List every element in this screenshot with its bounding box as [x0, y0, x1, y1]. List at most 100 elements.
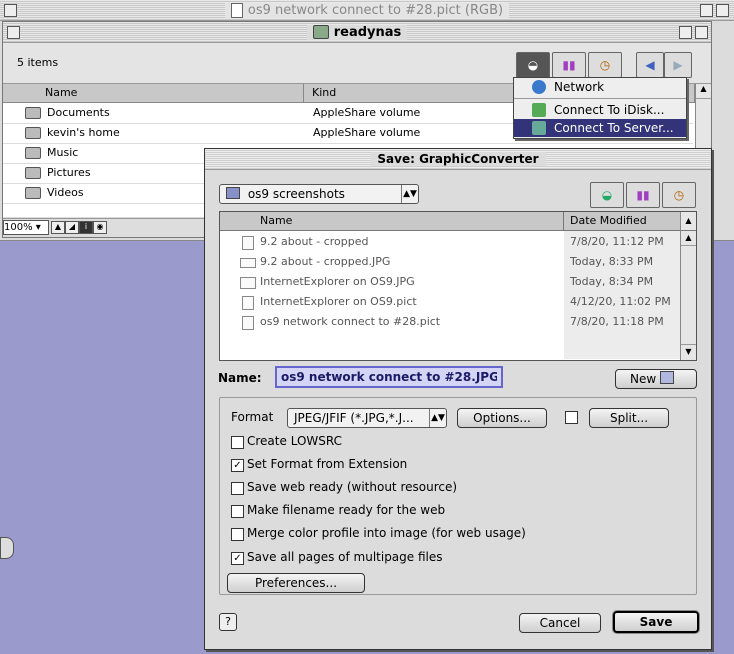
scroll-up-arrow-icon[interactable]: ▲: [681, 231, 696, 246]
dialog-network-button[interactable]: ◒: [590, 182, 624, 208]
list-item[interactable]: 9.2 about - cropped.JPG Today, 8:33 PM: [220, 252, 680, 272]
file-name: 9.2 about - cropped: [260, 235, 369, 248]
close-box[interactable]: [4, 4, 17, 17]
file-date: Today, 8:33 PM: [570, 255, 654, 268]
volume-icon: [25, 167, 41, 179]
file-icon: [240, 258, 256, 268]
menu-item-label: Network: [554, 80, 605, 94]
finder-close-box[interactable]: [7, 26, 20, 39]
dialog-recent-button[interactable]: ◷: [662, 182, 696, 208]
row-name: Videos: [47, 186, 84, 199]
dialog-favorites-button[interactable]: ▮▮: [626, 182, 660, 208]
file-col-name-label: Name: [260, 214, 293, 227]
finder-status-bar: 100% ▾ ▲ ◢ i ◉: [3, 218, 223, 235]
network-button[interactable]: ◒: [516, 52, 550, 78]
preferences-button[interactable]: Preferences...: [227, 573, 365, 593]
options-button[interactable]: Options...: [457, 408, 547, 428]
save-button[interactable]: Save: [613, 611, 699, 633]
color-wheel-icon[interactable]: ◉: [93, 221, 107, 234]
volume-icon: [25, 187, 41, 199]
help-button[interactable]: ?: [219, 613, 237, 631]
set-format-checkbox[interactable]: ✓: [231, 459, 244, 472]
zoom-box[interactable]: [700, 4, 713, 17]
favorites-button[interactable]: ▮▮: [552, 52, 586, 78]
list-item[interactable]: 9.2 about - cropped 7/8/20, 11:12 PM: [220, 232, 680, 252]
file-list-scrollbar[interactable]: ▲ ▲ ▼: [680, 212, 696, 360]
updown-arrow-icon: ▲▼: [429, 409, 446, 427]
file-name: InternetExplorer on OS9.JPG: [260, 275, 415, 288]
menu-item-connect-server[interactable]: Connect To Server...: [514, 119, 686, 137]
save-web-ready-checkbox[interactable]: [231, 482, 244, 495]
folder-icon: [226, 187, 240, 199]
file-list: Name Date Modified 9.2 about - cropped 7/…: [219, 211, 697, 361]
save-dialog-titlebar[interactable]: Save: GraphicConverter: [205, 149, 711, 170]
list-item[interactable]: os9 network connect to #28.pict 7/8/20, 1…: [220, 312, 680, 332]
sort-direction-icon[interactable]: ▲: [681, 212, 696, 231]
new-folder-button[interactable]: New: [615, 369, 697, 389]
image-window-titlebar[interactable]: os9 network connect to #28.pict (RGB): [0, 0, 734, 21]
format-label: Format: [231, 410, 274, 424]
list-item[interactable]: InternetExplorer on OS9.pict 4/12/20, 11:…: [220, 292, 680, 312]
file-date: 7/8/20, 11:18 PM: [570, 315, 664, 328]
idisk-icon: [532, 103, 546, 117]
new-button-label: New: [630, 372, 657, 386]
zoom-popup[interactable]: 100% ▾: [3, 220, 49, 235]
mountain-icon[interactable]: ▲: [51, 221, 65, 234]
checkbox-label: Merge color profile into image (for web …: [247, 526, 526, 540]
split-button-label: Split...: [609, 411, 649, 425]
split-checkbox[interactable]: [565, 411, 578, 424]
menu-item-network[interactable]: Network: [514, 78, 686, 96]
finder-col-name[interactable]: Name: [3, 84, 304, 103]
collapse-box[interactable]: [716, 4, 729, 17]
row-kind: AppleShare volume: [313, 126, 421, 139]
cancel-button-label: Cancel: [539, 616, 581, 630]
menu-item-label: Connect To Server...: [554, 121, 674, 135]
save-all-pages-checkbox[interactable]: ✓: [231, 552, 244, 565]
split-button[interactable]: Split...: [589, 408, 669, 428]
filename-web-checkbox[interactable]: [231, 505, 244, 518]
file-col-name[interactable]: Name: [220, 212, 564, 231]
file-date: 7/8/20, 11:12 PM: [570, 235, 664, 248]
back-button[interactable]: ◀: [636, 52, 664, 78]
create-lowsrc-checkbox[interactable]: [231, 436, 244, 449]
file-date: 4/12/20, 11:02 PM: [570, 295, 671, 308]
row-kind: AppleShare volume: [313, 106, 421, 119]
recent-button[interactable]: ◷: [588, 52, 622, 78]
name-label: Name:: [218, 371, 262, 385]
cancel-button[interactable]: Cancel: [519, 613, 601, 633]
scroll-down-arrow-icon[interactable]: ▼: [681, 344, 696, 359]
clock-icon: ◷: [599, 58, 611, 72]
row-name: Documents: [47, 106, 110, 119]
format-popup-value: JPEG/JFIF (*.JPG,*.J...: [294, 411, 414, 425]
finder-collapse-box[interactable]: [695, 26, 708, 39]
image-window-title: os9 network connect to #28.pict (RGB): [247, 2, 504, 18]
new-folder-icon: [660, 371, 675, 384]
list-item[interactable]: InternetExplorer on OS9.JPG Today, 8:34 P…: [220, 272, 680, 292]
format-popup[interactable]: JPEG/JFIF (*.JPG,*.J... ▲▼: [287, 408, 447, 428]
checkbox-label: Set Format from Extension: [247, 457, 408, 471]
finder-titlebar[interactable]: readynas: [3, 22, 711, 43]
file-icon: [242, 316, 254, 330]
volume-icon: [25, 147, 41, 159]
scroll-up-arrow-icon[interactable]: ▲: [696, 84, 711, 99]
network-icon: ◒: [527, 58, 539, 72]
menu-item-label: Connect To iDisk...: [554, 103, 665, 117]
filename-input[interactable]: [275, 366, 503, 388]
menu-item-connect-idisk[interactable]: Connect To iDisk...: [514, 101, 686, 119]
save-dialog: Save: GraphicConverter os9 screenshots ▲…: [204, 148, 712, 650]
landscape-icon[interactable]: ◢: [65, 221, 79, 234]
file-name: os9 network connect to #28.pict: [260, 315, 441, 328]
file-name: InternetExplorer on OS9.pict: [260, 295, 417, 308]
finder-title: readynas: [333, 24, 402, 40]
desktop-drive-icon[interactable]: [0, 537, 14, 559]
folder-popup[interactable]: os9 screenshots ▲▼: [219, 184, 419, 204]
finder-zoom-box[interactable]: [679, 26, 692, 39]
preferences-button-label: Preferences...: [254, 576, 338, 590]
forward-button[interactable]: ▶: [664, 52, 692, 78]
info-icon[interactable]: i: [79, 221, 93, 234]
clock-icon: ◷: [673, 188, 685, 202]
image-window-title-wrap: os9 network connect to #28.pict (RGB): [224, 2, 510, 18]
merge-color-profile-checkbox[interactable]: [231, 528, 244, 541]
books-icon: ▮▮: [562, 58, 576, 72]
file-col-date[interactable]: Date Modified: [564, 212, 680, 231]
